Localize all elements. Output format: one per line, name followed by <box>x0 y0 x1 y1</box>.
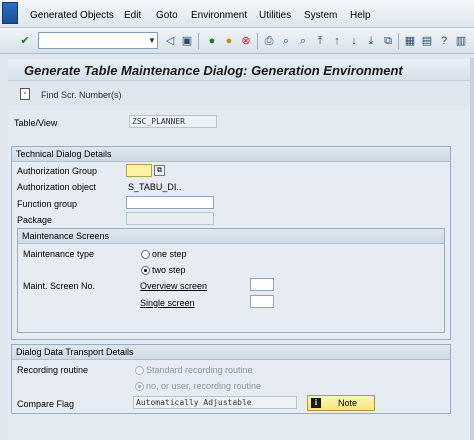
menu-environment[interactable]: Environment <box>191 10 247 21</box>
next-page-icon[interactable]: ↓ <box>347 34 361 48</box>
back-history-icon[interactable]: ◁ <box>163 34 177 48</box>
overview-screen-field[interactable] <box>250 278 274 291</box>
command-field[interactable] <box>38 32 158 49</box>
create-shortcut-icon[interactable]: ▦ <box>403 34 417 48</box>
sap-menu-icon[interactable] <box>2 2 18 24</box>
menu-edit[interactable]: Edit <box>124 10 141 21</box>
application-toolbar: ▫ Find Scr. Number(s) <box>8 84 470 104</box>
layout-icon[interactable]: ▤ <box>420 34 434 48</box>
title-bar: Generate Table Maintenance Dialog: Gener… <box>8 59 470 81</box>
function-group-label: Function group <box>17 199 78 209</box>
find-next-icon[interactable]: ⌕ <box>296 34 310 48</box>
two-step-radio[interactable] <box>141 266 150 275</box>
menu-system[interactable]: System <box>304 10 337 21</box>
maintenance-type-label: Maintenance type <box>23 249 95 259</box>
menu-bar: Generated Objects Edit Goto Environment … <box>0 0 474 28</box>
standard-toolbar: ✔ ▼ ◁ ▣ ● ● ⊗ ⎙ ⌕ ⌕ ⤒ ↑ ↓ ⤓ ⧉ ▦ ▤ ? ▥ <box>0 28 474 54</box>
toolbar-separator <box>198 33 199 49</box>
authorization-group-label: Authorization Group <box>17 166 98 176</box>
standard-recording-label: Standard recording routine <box>146 365 253 375</box>
toolbar-separator <box>257 33 258 49</box>
info-icon: i <box>311 398 321 408</box>
maint-screen-no-label: Maint. Screen No. <box>23 281 96 291</box>
find-scr-number-button[interactable]: Find Scr. Number(s) <box>41 90 122 100</box>
table-view-field: ZSC_PLANNER <box>129 115 217 128</box>
print-icon[interactable]: ⎙ <box>262 34 276 48</box>
no-user-recording-radio <box>135 382 144 391</box>
value-help-icon[interactable]: ⧉ <box>154 165 165 176</box>
command-dropdown-icon[interactable]: ▼ <box>146 33 158 48</box>
note-button-label: Note <box>338 398 358 408</box>
customize-layout-icon[interactable]: ▥ <box>454 34 468 48</box>
overview-screen-label: Overview screen <box>140 281 208 291</box>
authorization-object-value: S_TABU_DI.. <box>128 182 182 192</box>
table-view-label: Table/View <box>14 118 58 128</box>
authorization-object-label: Authorization object <box>17 182 97 192</box>
find-icon[interactable]: ⌕ <box>279 34 293 48</box>
toolbar-separator <box>398 33 399 49</box>
create-session-icon[interactable]: ⧉ <box>381 34 395 48</box>
one-step-label: one step <box>152 249 187 259</box>
compare-flag-field: Automatically Adjustable <box>133 396 297 409</box>
right-edge-scrollbar[interactable] <box>470 58 474 440</box>
enter-check-icon[interactable]: ✔ <box>18 34 32 48</box>
exit-icon[interactable]: ● <box>222 34 236 48</box>
back-icon[interactable]: ● <box>205 34 219 48</box>
group-title: Maintenance Screens <box>18 229 444 244</box>
single-screen-field[interactable] <box>250 295 274 308</box>
first-page-icon[interactable]: ⤒ <box>313 34 327 48</box>
menu-goto[interactable]: Goto <box>156 10 178 21</box>
technical-dialog-details-group: Technical Dialog Details Authorization G… <box>11 146 451 340</box>
recording-routine-label: Recording routine <box>17 365 89 375</box>
group-title: Dialog Data Transport Details <box>12 345 450 360</box>
previous-page-icon[interactable]: ↑ <box>330 34 344 48</box>
no-user-recording-label: no, or user, recording routine <box>146 381 262 391</box>
group-title: Technical Dialog Details <box>12 147 450 162</box>
menu-help[interactable]: Help <box>350 10 371 21</box>
maintenance-screens-group: Maintenance Screens Maintenance type one… <box>17 228 445 333</box>
menu-generated-objects[interactable]: Generated Objects <box>30 10 114 21</box>
single-screen-label: Single screen <box>140 298 195 308</box>
note-button[interactable]: i Note <box>307 395 375 411</box>
compare-flag-label: Compare Flag <box>17 399 75 409</box>
help-icon[interactable]: ? <box>437 34 451 48</box>
standard-recording-radio <box>135 366 144 375</box>
one-step-radio[interactable] <box>141 250 150 259</box>
two-step-label: two step <box>152 265 186 275</box>
package-field <box>126 212 214 225</box>
main-content: Table/View ZSC_PLANNER Technical Dialog … <box>8 106 470 440</box>
save-icon[interactable]: ▣ <box>180 34 194 48</box>
last-page-icon[interactable]: ⤓ <box>364 34 378 48</box>
document-icon[interactable]: ▫ <box>20 88 30 100</box>
page-title: Generate Table Maintenance Dialog: Gener… <box>24 63 403 78</box>
authorization-group-field[interactable] <box>126 164 152 177</box>
menu-utilities[interactable]: Utilities <box>259 10 291 21</box>
function-group-field[interactable] <box>126 196 214 209</box>
cancel-icon[interactable]: ⊗ <box>239 34 253 48</box>
package-label: Package <box>17 215 53 225</box>
dialog-data-transport-group: Dialog Data Transport Details Recording … <box>11 344 451 414</box>
